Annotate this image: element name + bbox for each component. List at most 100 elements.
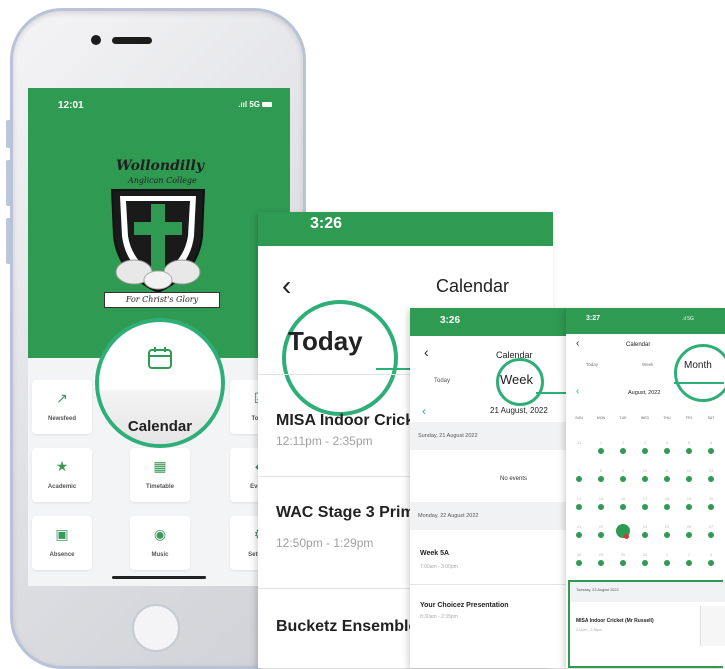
day-number: 3 bbox=[643, 440, 647, 445]
tile-academic[interactable]: ★ Academic bbox=[32, 448, 92, 502]
divider bbox=[258, 476, 413, 477]
tab-month[interactable]: Month bbox=[684, 360, 712, 371]
day-cell[interactable]: 6 bbox=[703, 440, 719, 454]
tile-timetable[interactable]: ▦ Timetable bbox=[130, 448, 190, 502]
day-cell[interactable]: 2 bbox=[681, 552, 697, 566]
day-number: 1 bbox=[599, 440, 603, 445]
status-bar: 3:26 bbox=[410, 308, 568, 336]
day-cell[interactable]: 27 bbox=[703, 524, 719, 538]
day-cell[interactable]: 22 bbox=[593, 524, 609, 538]
day-cell[interactable]: 3 bbox=[703, 552, 719, 566]
tile-music[interactable]: ◉ Music bbox=[130, 516, 190, 570]
day-cell[interactable]: 4 bbox=[659, 440, 675, 454]
tab-week[interactable]: Week bbox=[642, 362, 653, 367]
tile-absence[interactable]: ▣ Absence bbox=[32, 516, 92, 570]
day-cell[interactable]: 12 bbox=[681, 468, 697, 482]
event-dot bbox=[708, 504, 714, 510]
tab-today[interactable]: Today bbox=[434, 378, 450, 384]
day-cell[interactable]: 28 bbox=[571, 552, 587, 566]
day-cell[interactable]: 24 bbox=[637, 524, 653, 538]
weekday-label: MON bbox=[596, 416, 606, 420]
day-cell[interactable]: 21 bbox=[571, 524, 587, 538]
tab-today[interactable]: Today bbox=[586, 362, 598, 367]
absence-icon: ▣ bbox=[55, 526, 69, 542]
day-cell[interactable]: 1 bbox=[593, 440, 609, 454]
day-cell[interactable]: 26 bbox=[681, 524, 697, 538]
selected-day-cell[interactable] bbox=[615, 524, 631, 539]
tab-today[interactable]: Today bbox=[288, 326, 363, 357]
day-cell[interactable]: 3 bbox=[637, 440, 653, 454]
event-title[interactable]: MISA Indoor Cricket (Mr Russell) bbox=[576, 618, 654, 624]
home-button[interactable] bbox=[132, 604, 180, 652]
day-number: 8 bbox=[599, 468, 603, 473]
day-cell[interactable]: 14 bbox=[571, 496, 587, 510]
event-dot bbox=[598, 560, 604, 566]
chevron-left-icon[interactable]: ‹ bbox=[576, 386, 579, 397]
event-title[interactable]: Bucketz Ensemble bbox=[276, 618, 417, 636]
day-number: 10 bbox=[642, 468, 648, 473]
status-time: 3:26 bbox=[440, 315, 461, 326]
day-cell[interactable]: 2 bbox=[615, 440, 631, 454]
day-cell[interactable]: 25 bbox=[659, 524, 675, 538]
day-cell[interactable]: 20 bbox=[703, 496, 719, 510]
school-crest-icon bbox=[110, 189, 206, 294]
event-title[interactable]: WAC Stage 3 Prim bbox=[276, 504, 415, 522]
day-cell[interactable]: 8 bbox=[593, 468, 609, 482]
battery-icon bbox=[262, 102, 272, 108]
day-cell[interactable]: 10 bbox=[637, 468, 653, 482]
day-number: 26 bbox=[686, 524, 692, 529]
event-title[interactable]: Your Choicez Presentation bbox=[420, 602, 509, 609]
event-title[interactable]: MISA Indoor Cricke bbox=[276, 412, 423, 430]
event-card-edge bbox=[700, 606, 725, 646]
day-cell[interactable]: 7 bbox=[571, 468, 587, 482]
event-dot bbox=[664, 476, 670, 482]
weekday-label: TUE bbox=[619, 416, 627, 420]
weekday-label: SUN bbox=[575, 416, 583, 420]
day-cell[interactable]: 31 bbox=[571, 440, 587, 454]
day-cell[interactable]: 30 bbox=[615, 552, 631, 566]
status-indicators: .ııl 5G bbox=[238, 100, 272, 109]
selected-day-panel: Tuesday, 23 August 2022 MISA Indoor Cric… bbox=[568, 580, 725, 668]
day-number: 16 bbox=[620, 496, 626, 501]
event-dot bbox=[598, 504, 604, 510]
event-dot bbox=[642, 560, 648, 566]
day-number: 11 bbox=[664, 468, 670, 473]
event-title[interactable]: Week 5A bbox=[420, 550, 449, 557]
day-number: 31 bbox=[642, 552, 648, 557]
chevron-left-icon[interactable]: ‹ bbox=[422, 404, 426, 418]
day-cell[interactable]: 1 bbox=[659, 552, 675, 566]
day-cell[interactable]: 13 bbox=[703, 468, 719, 482]
back-icon[interactable]: ‹ bbox=[282, 270, 291, 302]
tab-underline bbox=[376, 368, 412, 370]
tile-newsfeed[interactable]: ↗ Newsfeed bbox=[32, 380, 92, 434]
day-cell[interactable]: 9 bbox=[615, 468, 631, 482]
music-icon: ◉ bbox=[153, 526, 167, 542]
day-cell[interactable]: 16 bbox=[615, 496, 631, 510]
weekday-label: FRI bbox=[686, 416, 692, 420]
back-icon[interactable]: ‹ bbox=[424, 344, 429, 360]
day-cell[interactable]: 15 bbox=[593, 496, 609, 510]
day-cell[interactable]: 5 bbox=[681, 440, 697, 454]
event-dot bbox=[642, 504, 648, 510]
event-time: 7:00am - 3:00pm bbox=[420, 564, 458, 570]
day-cell[interactable]: 11 bbox=[659, 468, 675, 482]
day-cell[interactable]: 17 bbox=[637, 496, 653, 510]
divider bbox=[410, 584, 568, 585]
day-cell[interactable]: 29 bbox=[593, 552, 609, 566]
day-number: 22 bbox=[598, 524, 604, 529]
page-title: Calendar bbox=[436, 276, 510, 296]
day-number: 27 bbox=[708, 524, 714, 529]
day-cell[interactable]: 31 bbox=[637, 552, 653, 566]
day-cell[interactable]: 18 bbox=[659, 496, 675, 510]
event-dot bbox=[686, 560, 692, 566]
event-dot bbox=[664, 504, 670, 510]
day-number: 1 bbox=[665, 552, 669, 557]
tab-week[interactable]: Week bbox=[500, 372, 533, 387]
tile-calendar[interactable]: Calendar bbox=[95, 318, 225, 448]
day-number: 24 bbox=[642, 524, 648, 529]
event-dot bbox=[708, 448, 714, 454]
day-cell[interactable]: 19 bbox=[681, 496, 697, 510]
event-time: 12:50pm - 1:29pm bbox=[276, 536, 374, 550]
event-dot bbox=[598, 532, 604, 538]
back-icon[interactable]: ‹ bbox=[576, 338, 579, 349]
